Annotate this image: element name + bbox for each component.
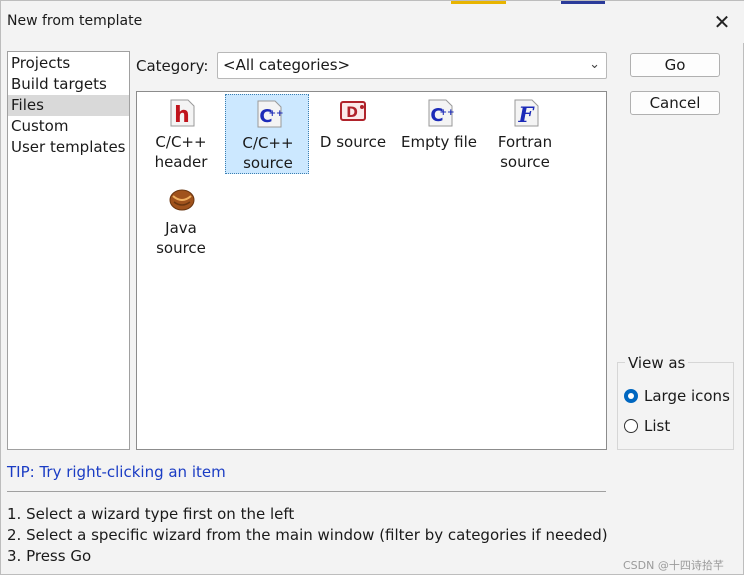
wizard-type-list[interactable]: Projects Build targets Files Custom User… bbox=[7, 51, 130, 450]
close-icon[interactable]: ✕ bbox=[709, 9, 735, 35]
svg-text:++: ++ bbox=[268, 109, 283, 119]
list-item-projects[interactable]: Projects bbox=[8, 53, 129, 74]
large-icons-radio[interactable] bbox=[624, 389, 638, 403]
svg-text:F: F bbox=[518, 102, 536, 127]
tip-text: TIP: Try right-clicking an item bbox=[7, 463, 226, 481]
template-fortran-source[interactable]: F Fortran source bbox=[483, 94, 567, 174]
template-empty-file[interactable]: C ++ Empty file bbox=[397, 94, 481, 174]
template-label: Java source bbox=[156, 219, 206, 257]
large-icons-label[interactable]: Large icons bbox=[644, 387, 730, 405]
d-source-icon: D bbox=[340, 101, 366, 121]
svg-text:h: h bbox=[174, 103, 190, 128]
cpp-source-icon: C ++ bbox=[257, 100, 284, 128]
java-coffee-bean-icon bbox=[169, 189, 195, 211]
templates-pane[interactable]: h C/C++ header C ++ C/C++ source D D sourc… bbox=[136, 91, 607, 450]
list-item-user-templates[interactable]: User templates bbox=[8, 137, 129, 158]
template-c-cpp-header[interactable]: h C/C++ header bbox=[139, 94, 223, 174]
background-decoration bbox=[561, 1, 605, 4]
template-label: Fortran source bbox=[497, 133, 553, 171]
template-label: D source bbox=[319, 133, 387, 151]
watermark: CSDN @十四诗拾芊 bbox=[623, 559, 724, 572]
title-bar: New from template ✕ bbox=[1, 1, 745, 43]
separator bbox=[7, 491, 606, 492]
instruction-line-2: 2. Select a specific wizard from the mai… bbox=[7, 526, 608, 544]
empty-file-icon: C ++ bbox=[428, 99, 455, 127]
window-title: New from template bbox=[7, 13, 143, 29]
template-label: C/C++ source bbox=[242, 134, 294, 172]
template-c-cpp-source[interactable]: C ++ C/C++ source bbox=[225, 94, 309, 174]
background-decoration bbox=[451, 1, 506, 4]
cancel-button[interactable]: Cancel bbox=[630, 91, 720, 115]
view-as-group bbox=[617, 362, 734, 450]
instruction-line-3: 3. Press Go bbox=[7, 547, 92, 565]
svg-text:D: D bbox=[346, 105, 358, 121]
list-item-custom[interactable]: Custom bbox=[8, 116, 129, 137]
new-from-template-dialog: New from template ✕ Projects Build targe… bbox=[0, 0, 745, 575]
template-java-source[interactable]: Java source bbox=[139, 180, 223, 260]
category-dropdown[interactable]: <All categories> ⌄ bbox=[217, 52, 607, 79]
category-value: <All categories> bbox=[223, 56, 351, 74]
list-radio[interactable] bbox=[624, 419, 638, 433]
list-item-build-targets[interactable]: Build targets bbox=[8, 74, 129, 95]
go-button[interactable]: Go bbox=[630, 53, 720, 77]
list-item-files[interactable]: Files bbox=[8, 95, 129, 116]
chevron-down-icon: ⌄ bbox=[589, 57, 600, 72]
fortran-icon: F bbox=[514, 99, 539, 127]
category-label: Category: bbox=[136, 57, 209, 75]
template-label: Empty file bbox=[401, 133, 477, 151]
h-header-icon: h bbox=[170, 99, 195, 128]
template-d-source[interactable]: D D source bbox=[311, 94, 395, 174]
template-label: C/C++ header bbox=[154, 133, 208, 171]
instruction-line-1: 1. Select a wizard type first on the lef… bbox=[7, 505, 295, 523]
list-label[interactable]: List bbox=[644, 417, 670, 435]
view-as-legend: View as bbox=[625, 354, 689, 372]
svg-text:++: ++ bbox=[439, 108, 454, 118]
